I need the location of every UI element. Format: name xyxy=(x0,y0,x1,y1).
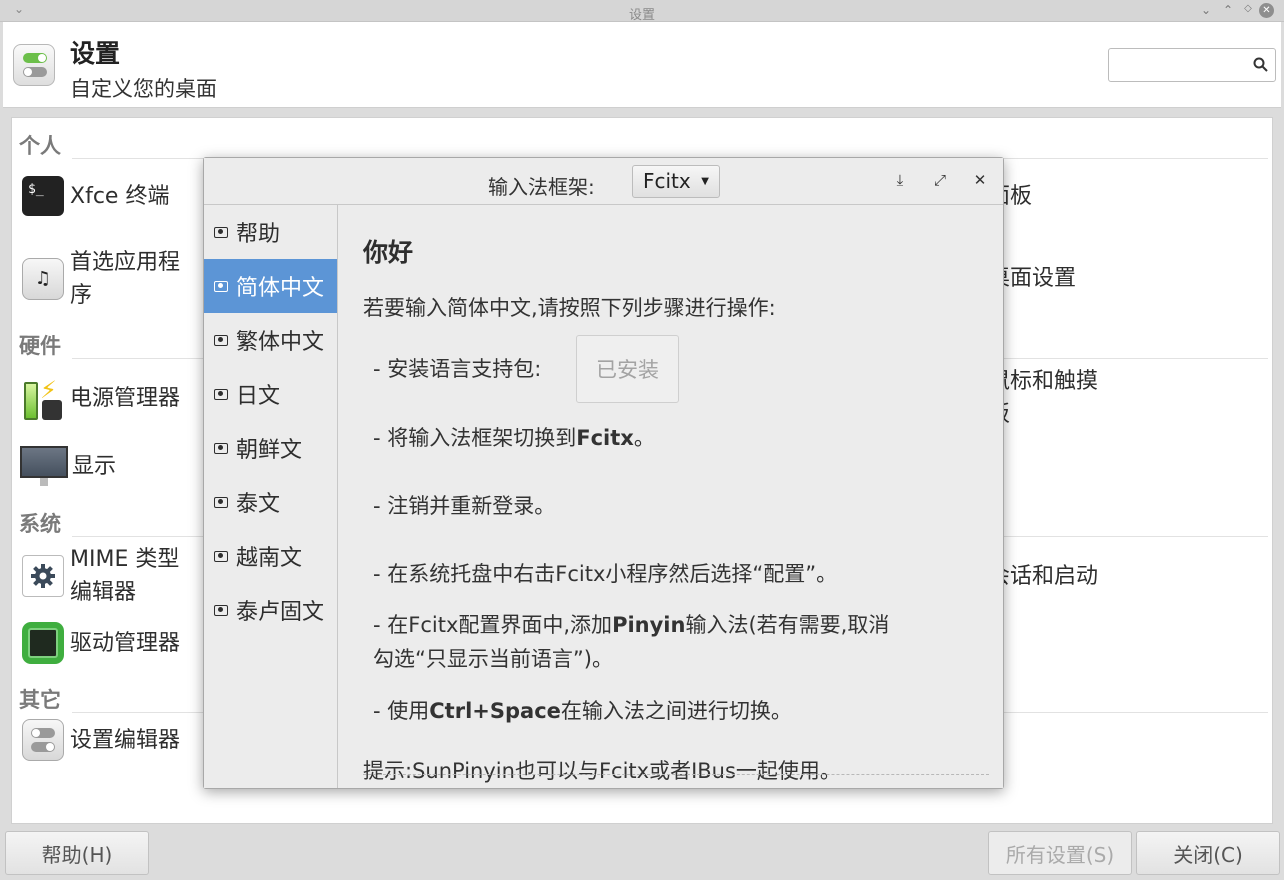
step-switch-framework: - 将输入法框架切换到Fcitx。 xyxy=(373,426,655,450)
item-label: 驱动管理器 xyxy=(70,630,181,656)
window-titlebar: ⌄ 设置 ⌄ ⌃ ◇ ✕ xyxy=(0,0,1284,23)
framework-select[interactable]: Fcitx ▼ xyxy=(632,165,720,198)
framework-value: Fcitx xyxy=(643,169,691,193)
greeting-heading: 你好 xyxy=(363,238,414,267)
dialog-header: 输入法框架: Fcitx ▼ ⤓ ⤢ ✕ xyxy=(204,158,1003,205)
intro-text: 若要输入简体中文,请按照下列步骤进行操作: xyxy=(363,296,776,320)
category-hardware: 硬件 xyxy=(19,334,61,358)
tip-text: 提示:SunPinyin也可以与Fcitx或者IBus一起使用。 xyxy=(363,759,841,783)
item-terminal[interactable]: $_ Xfce 终端 xyxy=(22,176,169,216)
item-label: 显示 xyxy=(72,453,117,479)
sidebar-item-label: 帮助 xyxy=(236,222,281,247)
step-ctrl-space: - 使用Ctrl+Space在输入法之间进行切换。 xyxy=(373,699,792,723)
sidebar-item-label: 泰卢固文 xyxy=(236,600,325,625)
step-add-pinyin: - 在Fcitx配置界面中,添加Pinyin输入法(若有需要,取消 勾选“只显示当… xyxy=(373,613,890,671)
restore-icon[interactable]: ⌃ xyxy=(1220,3,1236,17)
flag-icon xyxy=(214,550,228,562)
sidebar-item-label: 简体中文 xyxy=(236,276,325,301)
close-button[interactable]: 关闭(C) xyxy=(1136,831,1280,875)
multimedia-icon: ♫ xyxy=(22,258,64,300)
item-label: 设置编辑器 xyxy=(70,727,181,753)
dialog-close-icon[interactable]: ✕ xyxy=(970,171,990,189)
item-label: MIME 类型 xyxy=(70,547,180,572)
sidebar-item-help[interactable]: 帮助 xyxy=(204,205,337,259)
item-label: 编辑器 xyxy=(70,580,137,605)
step-logout: - 注销并重新登录。 xyxy=(373,494,556,518)
item-settings-editor[interactable]: 设置编辑器 xyxy=(22,719,180,761)
monitor-icon xyxy=(20,446,68,486)
sidebar-item-traditional-chinese[interactable]: 繁体中文 xyxy=(204,313,337,367)
settings-app-icon xyxy=(13,44,55,86)
framework-label: 输入法框架: xyxy=(488,175,595,199)
step-tray-config: - 在系统托盘中右击Fcitx小程序然后选择“配置”。 xyxy=(373,562,838,586)
header: 设置 自定义您的桌面 xyxy=(3,22,1281,108)
item-mime-editor[interactable]: MIME 类型 编辑器 xyxy=(22,543,179,609)
item-mouse-touchpad[interactable]: 鼠标和触摸 板 xyxy=(988,365,1098,431)
minimize-icon[interactable]: ⤓ xyxy=(890,171,910,189)
sidebar-item-thai[interactable]: 泰文 xyxy=(204,475,337,529)
item-power-manager[interactable]: ⚡ 电源管理器 xyxy=(20,374,180,422)
instructions-pane: 你好 若要输入简体中文,请按照下列步骤进行操作: - 安装语言支持包: 已安装 … xyxy=(339,205,1003,788)
search-box[interactable] xyxy=(1108,48,1276,82)
all-settings-button[interactable]: 所有设置(S) xyxy=(988,831,1132,875)
flag-icon xyxy=(214,496,228,508)
flag-icon xyxy=(214,334,228,346)
item-display[interactable]: 显示 xyxy=(20,446,116,486)
sidebar-item-japanese[interactable]: 日文 xyxy=(204,367,337,421)
category-personal: 个人 xyxy=(19,134,61,158)
item-driver-manager[interactable]: 驱动管理器 xyxy=(22,622,180,664)
flag-icon xyxy=(214,388,228,400)
search-icon[interactable] xyxy=(1253,57,1268,72)
page-title: 设置 xyxy=(70,39,121,68)
help-icon xyxy=(214,226,228,238)
terminal-icon: $_ xyxy=(22,176,64,216)
flag-icon xyxy=(214,604,228,616)
item-label: 电源管理器 xyxy=(70,385,181,411)
sidebar-item-vietnamese[interactable]: 越南文 xyxy=(204,529,337,583)
item-label: 鼠标和触摸 xyxy=(988,369,1099,394)
sidebar-item-label: 日文 xyxy=(236,384,281,409)
maximize-icon[interactable]: ◇ xyxy=(1240,3,1256,14)
flag-icon xyxy=(214,442,228,454)
language-sidebar: 帮助 简体中文 繁体中文 日文 朝鲜文 泰文 越南文 泰卢固文 xyxy=(204,205,338,788)
item-label: Xfce 终端 xyxy=(70,183,170,209)
maximize-icon[interactable]: ⤢ xyxy=(930,171,950,189)
item-preferred-apps[interactable]: ♫ 首选应用程 序 xyxy=(22,246,180,312)
category-system: 系统 xyxy=(19,512,61,536)
page-subtitle: 自定义您的桌面 xyxy=(70,77,217,101)
separator xyxy=(363,774,989,775)
gear-icon xyxy=(22,555,64,597)
sidebar-item-label: 朝鲜文 xyxy=(236,438,303,463)
window-close-icon[interactable]: ✕ xyxy=(1259,3,1274,18)
sidebar-item-korean[interactable]: 朝鲜文 xyxy=(204,421,337,475)
sidebar-item-label: 越南文 xyxy=(236,546,303,571)
installed-button[interactable]: 已安装 xyxy=(576,335,679,403)
flag-icon xyxy=(214,280,228,292)
chip-icon xyxy=(22,622,64,664)
item-label: 板 xyxy=(988,398,1098,431)
input-method-dialog: 输入法框架: Fcitx ▼ ⤓ ⤢ ✕ 帮助 简体中文 繁体中文 日文 朝鲜文… xyxy=(203,157,1004,789)
help-button[interactable]: 帮助(H) xyxy=(5,831,149,875)
sidebar-item-telugu[interactable]: 泰卢固文 xyxy=(204,583,337,637)
item-session-startup[interactable]: 会话和启动 xyxy=(988,560,1098,593)
sidebar-item-label: 繁体中文 xyxy=(236,330,325,355)
window-title: 设置 xyxy=(628,8,655,23)
minimize-icon[interactable]: ⌄ xyxy=(1198,3,1214,17)
toggle-switches-icon xyxy=(22,719,64,761)
category-other: 其它 xyxy=(19,688,61,712)
sidebar-item-label: 泰文 xyxy=(236,492,281,517)
battery-power-icon: ⚡ xyxy=(20,374,66,422)
item-label: 序 xyxy=(70,283,93,308)
search-input[interactable] xyxy=(1115,55,1245,75)
sidebar-item-simplified-chinese[interactable]: 简体中文 xyxy=(204,259,337,313)
dropdown-arrow-icon: ▼ xyxy=(701,176,709,187)
item-label: 首选应用程 xyxy=(70,250,181,275)
